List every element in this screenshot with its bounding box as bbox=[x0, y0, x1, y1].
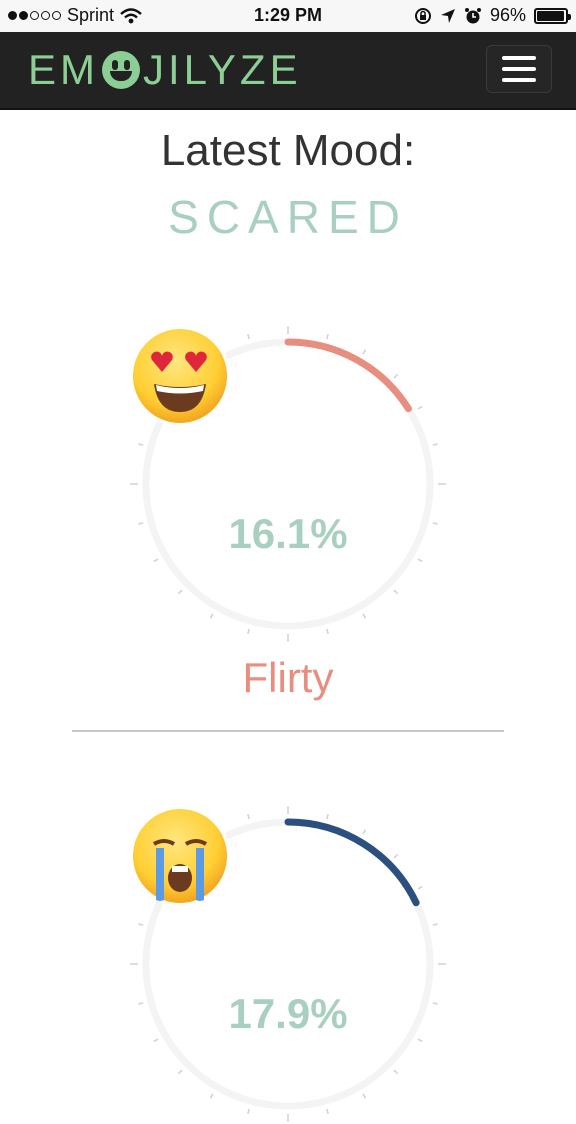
latest-mood-value: SCARED bbox=[168, 191, 408, 243]
location-arrow-icon bbox=[440, 8, 455, 23]
battery-percent: 96% bbox=[489, 5, 526, 25]
gauge-progress-arc bbox=[284, 338, 412, 413]
gauge-tick bbox=[362, 829, 367, 835]
crying-emoji bbox=[130, 806, 230, 906]
divider bbox=[72, 730, 504, 732]
gauge-tick bbox=[153, 558, 159, 563]
mood-percent: 16.1% bbox=[228, 510, 348, 557]
gauge-tick bbox=[432, 443, 438, 446]
latest-mood-label: Latest Mood: bbox=[160, 126, 416, 175]
gauge-tick bbox=[326, 334, 329, 340]
gauge-tick bbox=[247, 628, 250, 634]
status-right: 96% bbox=[414, 5, 571, 26]
gauge-tick bbox=[417, 1038, 423, 1043]
gauge-tick bbox=[138, 443, 144, 446]
rotation-lock-icon bbox=[414, 7, 431, 24]
logo-text-start: EM bbox=[28, 46, 99, 93]
gauge-tick bbox=[326, 628, 329, 634]
gauge-progress-arc bbox=[284, 818, 420, 907]
battery-icon bbox=[534, 7, 571, 24]
app-logo[interactable]: EM JILYZE bbox=[28, 46, 302, 93]
mood-gauge: 16.1% bbox=[128, 324, 448, 644]
gauge-tick bbox=[393, 589, 399, 595]
gauge-tick bbox=[153, 1038, 159, 1043]
gauge-tick bbox=[209, 613, 214, 619]
mood-percent: 17.9% bbox=[228, 990, 348, 1037]
gauge-tick bbox=[138, 923, 144, 926]
gauge-tick bbox=[326, 814, 329, 820]
gauge-tick bbox=[209, 1093, 214, 1099]
gauge-tick bbox=[362, 349, 367, 355]
gauge-tick bbox=[177, 1069, 183, 1075]
gauge-tick bbox=[247, 1108, 250, 1114]
alarm-icon bbox=[464, 7, 481, 23]
gauge-tick bbox=[326, 1108, 329, 1114]
gauge-tick bbox=[362, 613, 367, 619]
heart-eyes-emoji bbox=[130, 326, 230, 426]
smiley-icon bbox=[102, 51, 140, 89]
mood-gauge: 17.9% bbox=[128, 804, 448, 1124]
gauge-tick bbox=[417, 885, 423, 890]
gauge-tick bbox=[393, 1069, 399, 1075]
gauge-tick bbox=[417, 405, 423, 410]
gauge-tick bbox=[247, 814, 250, 820]
navbar: EM JILYZE bbox=[0, 32, 576, 110]
gauge-tick bbox=[177, 589, 183, 595]
battery-fill bbox=[537, 10, 564, 21]
gauge-tick bbox=[432, 923, 438, 926]
status-bar: Sprint 1:29 PM 96% bbox=[0, 0, 576, 32]
mood-label: Flirty bbox=[242, 654, 334, 701]
gauge-tick bbox=[393, 853, 399, 859]
gauge-tick bbox=[247, 334, 250, 340]
logo-text-end: JILYZE bbox=[143, 46, 302, 93]
gauge-tick bbox=[393, 373, 399, 379]
gauge-tick bbox=[362, 1093, 367, 1099]
hamburger-menu-icon[interactable] bbox=[486, 45, 552, 93]
gauge-tick bbox=[417, 558, 423, 563]
